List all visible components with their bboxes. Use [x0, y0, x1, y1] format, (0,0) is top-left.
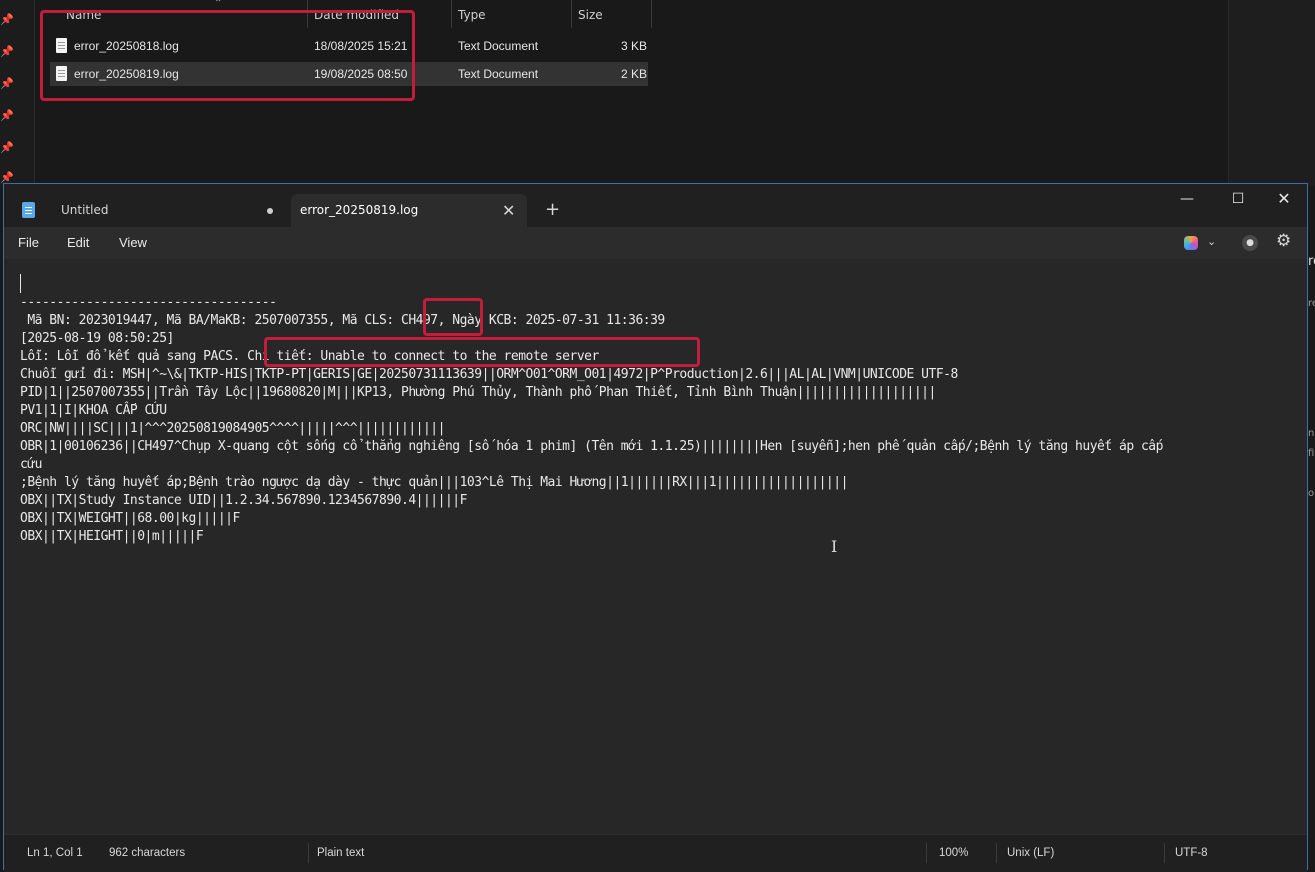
file-type: Text Document — [458, 39, 539, 53]
menu-view[interactable]: View — [119, 227, 147, 259]
text-line: ----------------------------------- — [20, 295, 277, 310]
unsaved-dot-icon — [267, 208, 273, 214]
title-bar[interactable]: Untitled error_20250819.log ✕ + — ☐ ✕ — [4, 184, 1307, 227]
background-window-fragment: o — [1308, 488, 1315, 499]
annotation-box-error-detail — [264, 337, 700, 367]
account-icon[interactable]: ● — [1242, 235, 1258, 251]
text-line: cứu — [20, 457, 42, 472]
text-line: [2025-08-19 08:50:25] — [20, 331, 174, 346]
text-line: OBX||TX|Study Instance UID||1.2.34.56789… — [20, 493, 467, 508]
line-ending[interactable]: Unix (LF) — [1007, 835, 1054, 871]
maximize-button[interactable]: ☐ — [1215, 184, 1261, 214]
background-window-fragment: re — [1308, 298, 1315, 309]
details-pane — [1228, 0, 1315, 186]
pin-icon[interactable]: 📌 — [0, 13, 14, 27]
new-tab-button[interactable]: + — [545, 199, 560, 221]
text-caret — [20, 274, 21, 293]
pin-icon[interactable]: 📌 — [0, 45, 14, 59]
tab-label: error_20250819.log — [300, 203, 419, 217]
settings-gear-icon[interactable]: ⚙ — [1276, 231, 1291, 251]
copilot-icon[interactable] — [1184, 236, 1198, 250]
zoom-level[interactable]: 100% — [939, 835, 968, 871]
text-format: Plain text — [317, 847, 365, 859]
text-line: Chuỗi gửi đi: MSH|^~\&|TKTP-HIS|TKTP-PT|… — [20, 367, 958, 382]
notepad-icon — [22, 202, 35, 218]
menu-bar: File Edit View ⌄ ● ⚙ — [4, 227, 1307, 259]
status-divider — [926, 843, 927, 863]
text-line: OBX||TX|WEIGHT||68.00|kg|||||F — [20, 511, 240, 526]
annotation-box-cls-code — [423, 298, 483, 336]
background-window-fragment: fi — [1308, 448, 1315, 459]
status-divider — [308, 843, 309, 863]
pin-icon[interactable]: 📌 — [0, 109, 14, 123]
status-divider — [996, 843, 997, 863]
background-window-fragment: n — [1308, 428, 1315, 439]
text-line: PID|1||2507007355||Trần Tây Lộc||1968082… — [20, 385, 936, 400]
chevron-down-icon[interactable]: ⌄ — [1207, 235, 1216, 248]
column-type[interactable]: Type — [452, 0, 572, 28]
status-bar: Ln 1, Col 1 962 characters Plain text 10… — [4, 834, 1307, 872]
status-divider — [1164, 843, 1165, 863]
pin-icon[interactable]: 📌 — [0, 77, 14, 91]
background-window-fragment: re — [1308, 254, 1315, 269]
text-line: ORC|NW||||SC|||1|^^^20250819084905^^^^||… — [20, 421, 445, 436]
minimize-button[interactable]: — — [1164, 184, 1210, 214]
tab-label: Untitled — [61, 203, 109, 217]
notepad-window: Untitled error_20250819.log ✕ + — ☐ ✕ Fi… — [3, 183, 1308, 872]
cursor-position[interactable]: Ln 1, Col 1 — [27, 835, 83, 871]
sort-up-icon: ⌃ — [214, 0, 223, 9]
close-tab-icon[interactable]: ✕ — [502, 194, 515, 227]
close-window-button[interactable]: ✕ — [1261, 184, 1307, 214]
pin-icon[interactable]: 📌 — [0, 141, 14, 155]
mouse-ibeam-cursor: I — [831, 537, 838, 556]
file-size: 2 KB — [621, 67, 648, 81]
column-size[interactable]: Size — [572, 0, 652, 28]
menu-file[interactable]: File — [18, 227, 39, 259]
text-line: OBX||TX|HEIGHT||0|m|||||F — [20, 529, 204, 544]
text-line: Mã BN: 2023019447, Mã BA/MaKB: 250700735… — [20, 313, 665, 328]
file-size: 3 KB — [621, 39, 648, 53]
encoding[interactable]: UTF-8 — [1175, 835, 1208, 871]
annotation-box-files — [40, 10, 415, 101]
menu-edit[interactable]: Edit — [67, 227, 89, 259]
tab-untitled[interactable]: Untitled — [46, 194, 286, 227]
tab-error-log[interactable]: error_20250819.log ✕ — [291, 194, 527, 227]
quick-access-pane: 📌 📌 📌 📌 📌 📌 — [0, 0, 35, 186]
character-count: 962 characters — [109, 847, 186, 859]
file-type: Text Document — [458, 67, 539, 81]
text-line: OBR|1|00106236||CH497^Chụp X-quang cột s… — [20, 439, 1163, 454]
text-line: ;Bệnh lý tăng huyết áp;Bệnh trào ngược d… — [20, 475, 848, 490]
text-line: PV1|1|I|KHOA CẤP CỨU — [20, 403, 167, 418]
